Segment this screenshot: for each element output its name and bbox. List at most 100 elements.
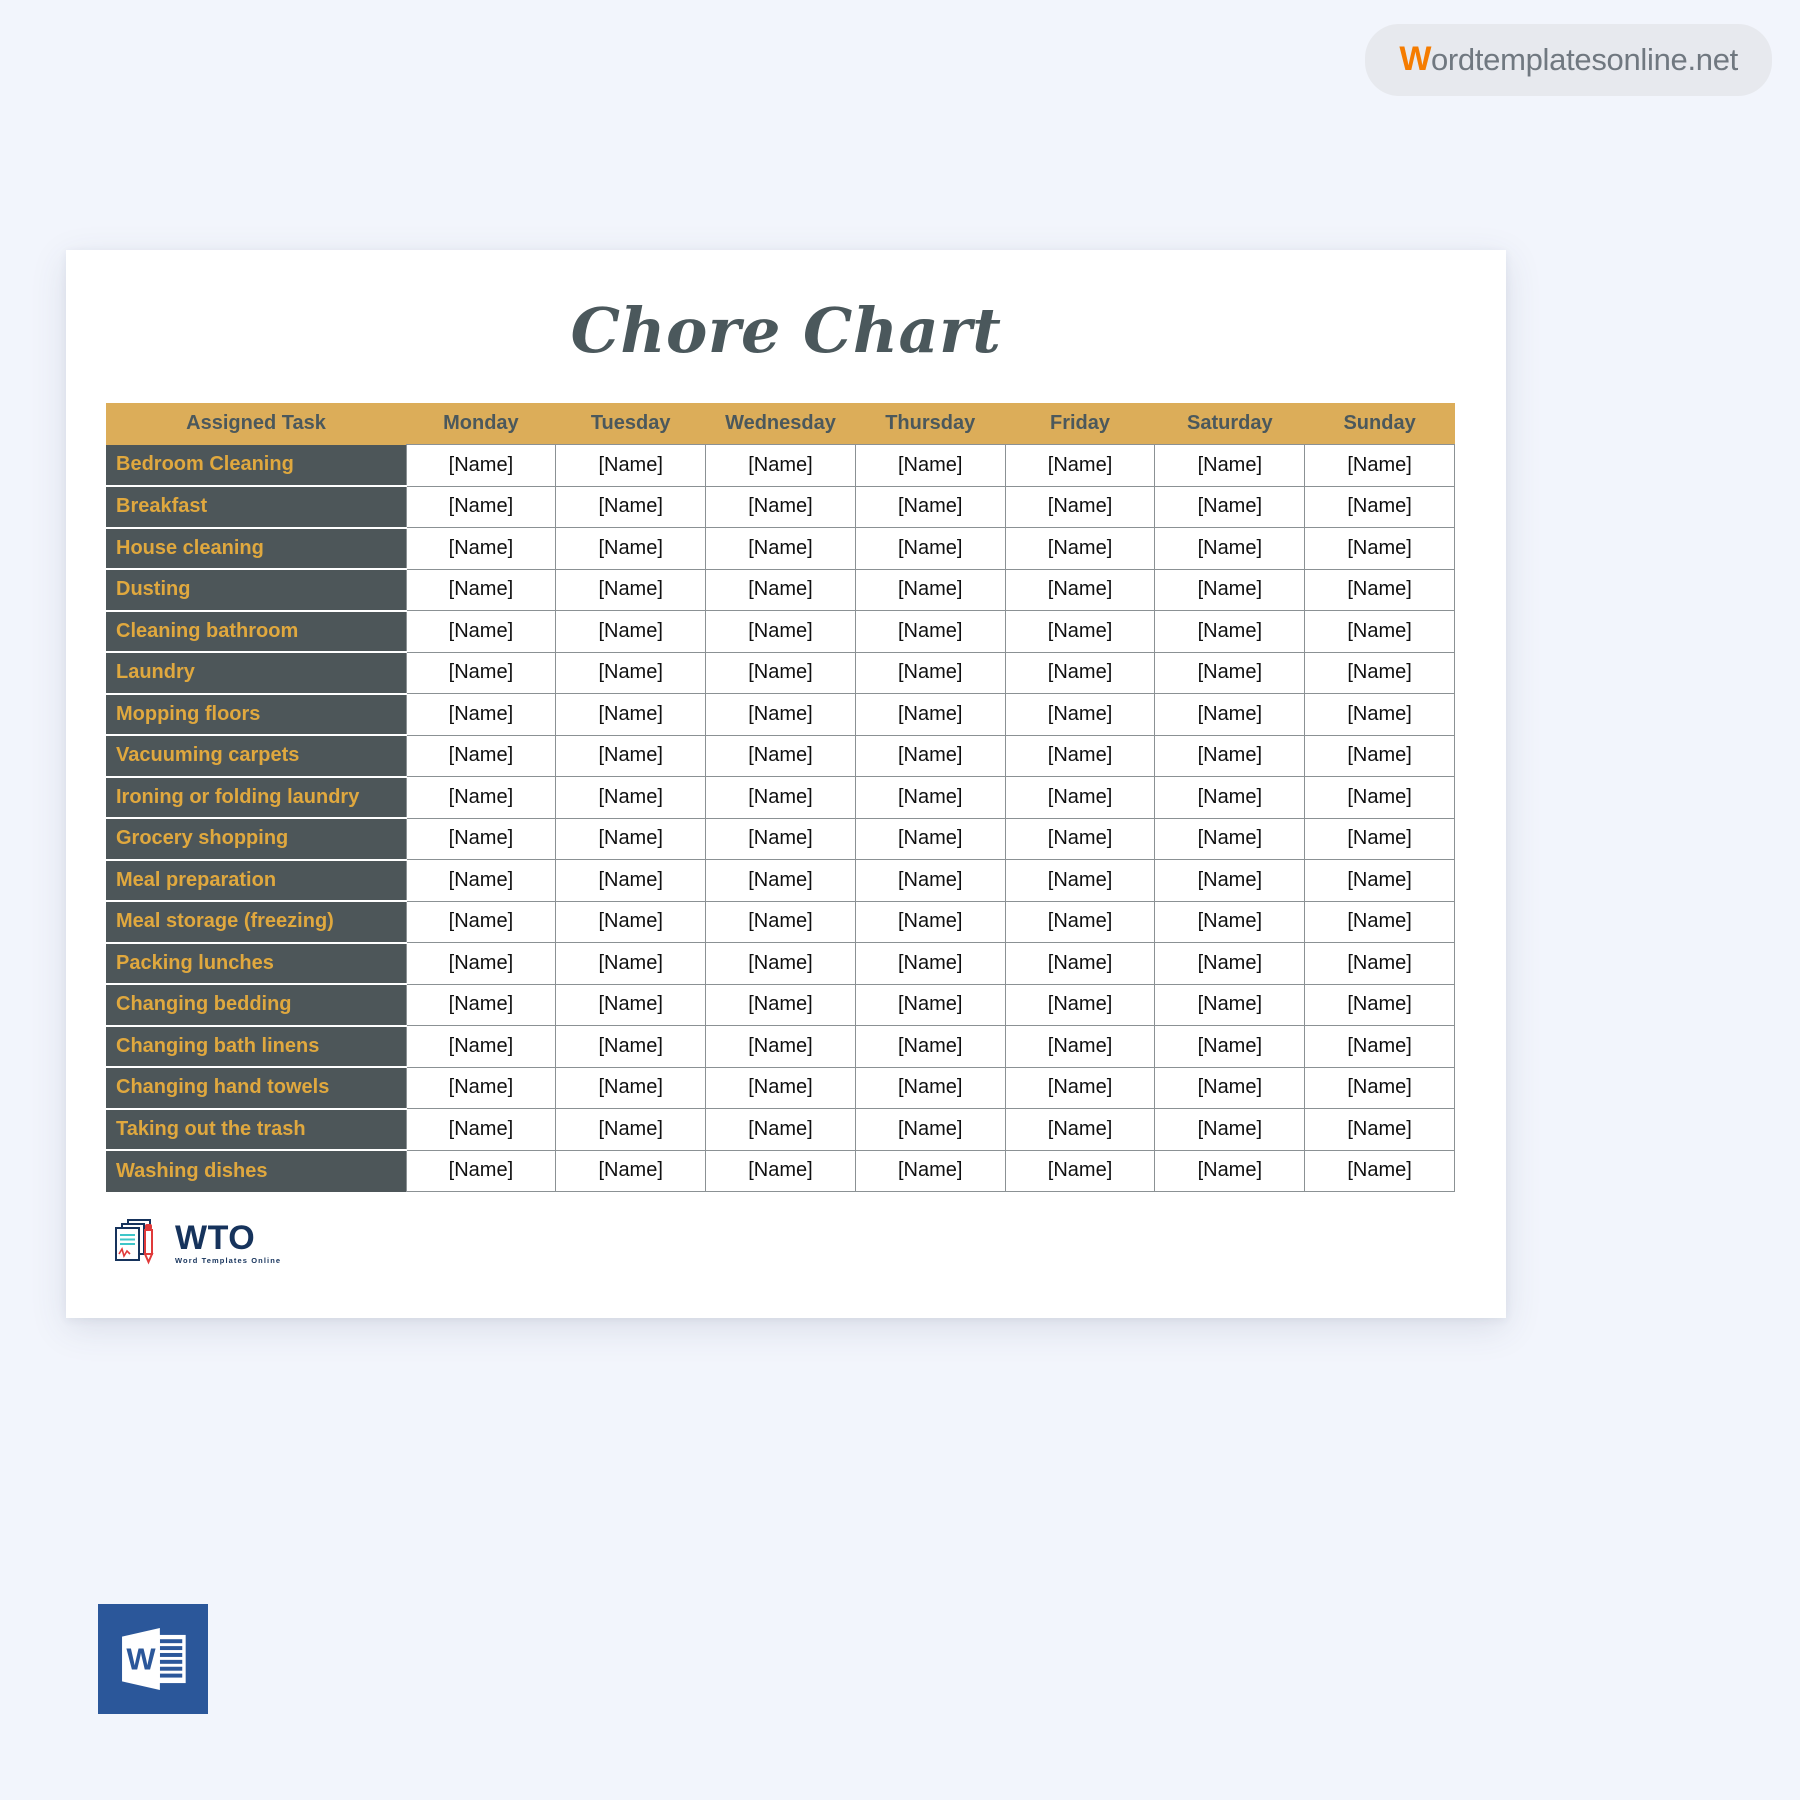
assignment-cell[interactable]: [Name] [854, 610, 1006, 653]
assignment-cell[interactable]: [Name] [705, 818, 856, 860]
assignment-cell[interactable]: [Name] [1004, 818, 1156, 860]
assignment-cell[interactable]: [Name] [705, 569, 856, 611]
assignment-cell[interactable]: [Name] [854, 776, 1006, 819]
assignment-cell[interactable]: [Name] [405, 1067, 557, 1109]
assignment-cell[interactable]: [Name] [854, 486, 1006, 528]
assignment-cell[interactable]: [Name] [555, 652, 707, 694]
assignment-cell[interactable]: [Name] [1154, 652, 1306, 694]
assignment-cell[interactable]: [Name] [854, 1150, 1006, 1192]
assignment-cell[interactable]: [Name] [854, 901, 1006, 943]
assignment-cell[interactable]: [Name] [405, 1150, 557, 1192]
assignment-cell[interactable]: [Name] [1004, 1108, 1156, 1151]
assignment-cell[interactable]: [Name] [405, 1025, 557, 1068]
assignment-cell[interactable]: [Name] [705, 1108, 856, 1151]
assignment-cell[interactable]: [Name] [854, 1108, 1006, 1151]
assignment-cell[interactable]: [Name] [555, 1025, 707, 1068]
assignment-cell[interactable]: [Name] [405, 1108, 557, 1151]
assignment-cell[interactable]: [Name] [1154, 444, 1306, 487]
assignment-cell[interactable]: [Name] [1154, 1108, 1306, 1151]
assignment-cell[interactable]: [Name] [854, 444, 1006, 487]
assignment-cell[interactable]: [Name] [705, 527, 856, 570]
assignment-cell[interactable]: [Name] [555, 693, 707, 736]
assignment-cell[interactable]: [Name] [405, 527, 557, 570]
assignment-cell[interactable]: [Name] [405, 735, 557, 777]
assignment-cell[interactable]: [Name] [1304, 901, 1455, 943]
assignment-cell[interactable]: [Name] [705, 1025, 856, 1068]
assignment-cell[interactable]: [Name] [705, 776, 856, 819]
assignment-cell[interactable]: [Name] [1154, 527, 1306, 570]
assignment-cell[interactable]: [Name] [1004, 693, 1156, 736]
assignment-cell[interactable]: [Name] [854, 984, 1006, 1026]
assignment-cell[interactable]: [Name] [1154, 901, 1306, 943]
assignment-cell[interactable]: [Name] [1154, 1150, 1306, 1192]
assignment-cell[interactable]: [Name] [405, 486, 557, 528]
assignment-cell[interactable]: [Name] [705, 444, 856, 487]
assignment-cell[interactable]: [Name] [1004, 569, 1156, 611]
assignment-cell[interactable]: [Name] [1004, 444, 1156, 487]
assignment-cell[interactable]: [Name] [1304, 1025, 1455, 1068]
assignment-cell[interactable]: [Name] [555, 901, 707, 943]
assignment-cell[interactable]: [Name] [1154, 818, 1306, 860]
assignment-cell[interactable]: [Name] [405, 901, 557, 943]
assignment-cell[interactable]: [Name] [1004, 776, 1156, 819]
assignment-cell[interactable]: [Name] [854, 569, 1006, 611]
assignment-cell[interactable]: [Name] [555, 818, 707, 860]
assignment-cell[interactable]: [Name] [1154, 693, 1306, 736]
assignment-cell[interactable]: [Name] [1004, 527, 1156, 570]
assignment-cell[interactable]: [Name] [1004, 1025, 1156, 1068]
assignment-cell[interactable]: [Name] [854, 735, 1006, 777]
assignment-cell[interactable]: [Name] [1304, 1150, 1455, 1192]
assignment-cell[interactable]: [Name] [705, 859, 856, 902]
assignment-cell[interactable]: [Name] [1304, 610, 1455, 653]
assignment-cell[interactable]: [Name] [1304, 1067, 1455, 1109]
assignment-cell[interactable]: [Name] [854, 1025, 1006, 1068]
assignment-cell[interactable]: [Name] [705, 942, 856, 985]
assignment-cell[interactable]: [Name] [1304, 776, 1455, 819]
assignment-cell[interactable]: [Name] [705, 693, 856, 736]
assignment-cell[interactable]: [Name] [1154, 735, 1306, 777]
assignment-cell[interactable]: [Name] [854, 527, 1006, 570]
assignment-cell[interactable]: [Name] [1004, 486, 1156, 528]
assignment-cell[interactable]: [Name] [1304, 486, 1455, 528]
assignment-cell[interactable]: [Name] [555, 444, 707, 487]
assignment-cell[interactable]: [Name] [1154, 1025, 1306, 1068]
assignment-cell[interactable]: [Name] [1004, 901, 1156, 943]
assignment-cell[interactable]: [Name] [705, 1067, 856, 1109]
assignment-cell[interactable]: [Name] [1004, 942, 1156, 985]
assignment-cell[interactable]: [Name] [1154, 776, 1306, 819]
assignment-cell[interactable]: [Name] [854, 818, 1006, 860]
assignment-cell[interactable]: [Name] [854, 693, 1006, 736]
assignment-cell[interactable]: [Name] [405, 610, 557, 653]
assignment-cell[interactable]: [Name] [555, 776, 707, 819]
assignment-cell[interactable]: [Name] [705, 901, 856, 943]
assignment-cell[interactable]: [Name] [705, 735, 856, 777]
assignment-cell[interactable]: [Name] [1004, 1150, 1156, 1192]
assignment-cell[interactable]: [Name] [1304, 652, 1455, 694]
assignment-cell[interactable]: [Name] [1154, 610, 1306, 653]
assignment-cell[interactable]: [Name] [1304, 984, 1455, 1026]
assignment-cell[interactable]: [Name] [854, 942, 1006, 985]
assignment-cell[interactable]: [Name] [1154, 486, 1306, 528]
assignment-cell[interactable]: [Name] [854, 859, 1006, 902]
assignment-cell[interactable]: [Name] [1004, 859, 1156, 902]
assignment-cell[interactable]: [Name] [1154, 1067, 1306, 1109]
assignment-cell[interactable]: [Name] [555, 486, 707, 528]
assignment-cell[interactable]: [Name] [555, 610, 707, 653]
assignment-cell[interactable]: [Name] [705, 1150, 856, 1192]
assignment-cell[interactable]: [Name] [1154, 569, 1306, 611]
assignment-cell[interactable]: [Name] [555, 984, 707, 1026]
assignment-cell[interactable]: [Name] [1154, 859, 1306, 902]
assignment-cell[interactable]: [Name] [705, 610, 856, 653]
assignment-cell[interactable]: [Name] [555, 527, 707, 570]
assignment-cell[interactable]: [Name] [1004, 735, 1156, 777]
assignment-cell[interactable]: [Name] [405, 818, 557, 860]
assignment-cell[interactable]: [Name] [555, 1067, 707, 1109]
assignment-cell[interactable]: [Name] [555, 859, 707, 902]
assignment-cell[interactable]: [Name] [854, 652, 1006, 694]
assignment-cell[interactable]: [Name] [1304, 818, 1455, 860]
assignment-cell[interactable]: [Name] [1004, 652, 1156, 694]
assignment-cell[interactable]: [Name] [405, 942, 557, 985]
assignment-cell[interactable]: [Name] [1304, 1108, 1455, 1151]
assignment-cell[interactable]: [Name] [705, 486, 856, 528]
assignment-cell[interactable]: [Name] [405, 693, 557, 736]
